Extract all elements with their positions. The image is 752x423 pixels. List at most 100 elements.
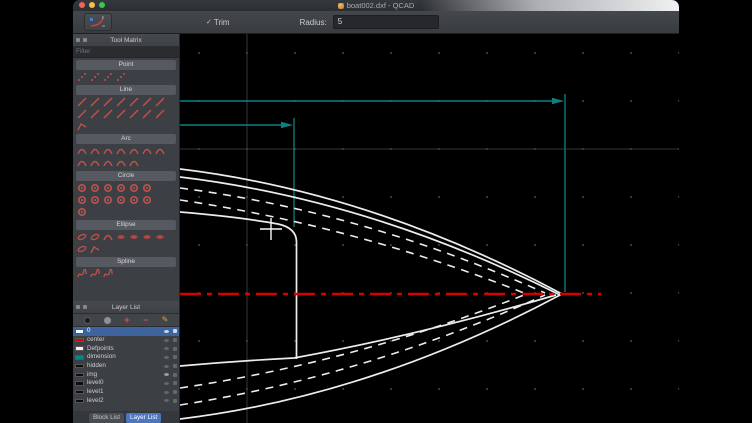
fillet-tool-button[interactable]: [84, 13, 112, 31]
layer-visibility-icon[interactable]: [164, 382, 169, 385]
circle-tool-icon[interactable]: [75, 206, 88, 218]
layer-lock-icon[interactable]: [173, 399, 177, 403]
line-tool-icon[interactable]: [101, 108, 114, 120]
layer-row[interactable]: center: [73, 336, 179, 345]
arc-tool-icon[interactable]: [153, 145, 166, 157]
polyline-tool-icon[interactable]: [88, 243, 101, 255]
layer-color-swatch[interactable]: [75, 355, 84, 360]
layer-row[interactable]: img: [73, 370, 179, 379]
arc-tool-icon[interactable]: [114, 145, 127, 157]
layer-lock-icon[interactable]: [173, 338, 177, 342]
layer-visibility-icon[interactable]: [164, 347, 169, 350]
tool-filter-input[interactable]: Filter: [73, 47, 179, 58]
layer-visibility-icon[interactable]: [164, 399, 169, 402]
circle-tool-icon[interactable]: [140, 194, 153, 206]
remove-layer-icon[interactable]: −: [143, 316, 148, 325]
spline-tool-icon[interactable]: [75, 268, 88, 280]
circle-tool-icon[interactable]: [101, 182, 114, 194]
point-tool-icon[interactable]: [75, 71, 88, 83]
ellipse-f-tool-icon[interactable]: [127, 231, 140, 243]
point-tool-icon[interactable]: [88, 71, 101, 83]
line-tool-icon[interactable]: [114, 108, 127, 120]
layer-row[interactable]: level1: [73, 388, 179, 397]
layer-lock-icon[interactable]: [173, 347, 177, 351]
ellipse-f-tool-icon[interactable]: [114, 231, 127, 243]
layer-row[interactable]: dimension: [73, 353, 179, 362]
layer-color-swatch[interactable]: [75, 381, 84, 386]
point-tool-icon[interactable]: [114, 71, 127, 83]
circle-tool-icon[interactable]: [88, 194, 101, 206]
ellipse-f-tool-icon[interactable]: [140, 231, 153, 243]
show-all-icon[interactable]: [104, 317, 111, 324]
layer-color-swatch[interactable]: [75, 390, 84, 395]
panel-dock-icons[interactable]: [76, 305, 87, 309]
layer-row[interactable]: hidden: [73, 362, 179, 371]
arc-tool-icon[interactable]: [75, 145, 88, 157]
circle-tool-icon[interactable]: [101, 194, 114, 206]
arc-tool-icon[interactable]: [101, 231, 114, 243]
spline-tool-icon[interactable]: [101, 268, 114, 280]
ellipse-f-tool-icon[interactable]: [153, 231, 166, 243]
arc-tool-icon[interactable]: [88, 145, 101, 157]
close-window-button[interactable]: [79, 2, 85, 8]
circle-tool-icon[interactable]: [140, 182, 153, 194]
line-tool-icon[interactable]: [127, 108, 140, 120]
layer-lock-icon[interactable]: [173, 355, 177, 359]
line-tool-icon[interactable]: [140, 96, 153, 108]
layer-row[interactable]: level0: [73, 379, 179, 388]
layer-row[interactable]: level2: [73, 397, 179, 406]
trim-checkbox[interactable]: ✓ Trim: [206, 18, 230, 27]
arc-tool-icon[interactable]: [88, 157, 101, 169]
tab-block-list[interactable]: Block List: [89, 413, 124, 423]
arc-tool-icon[interactable]: [114, 157, 127, 169]
circle-tool-icon[interactable]: [127, 194, 140, 206]
line-tool-icon[interactable]: [140, 108, 153, 120]
circle-tool-icon[interactable]: [75, 194, 88, 206]
edit-layer-icon[interactable]: ✎: [162, 316, 169, 324]
line-tool-icon[interactable]: [114, 96, 127, 108]
zoom-window-button[interactable]: [99, 2, 105, 8]
line-tool-icon[interactable]: [88, 108, 101, 120]
layer-lock-icon[interactable]: [173, 390, 177, 394]
layer-visibility-icon[interactable]: [164, 330, 169, 333]
layer-row[interactable]: Defpoints: [73, 344, 179, 353]
layer-lock-icon[interactable]: [173, 373, 177, 377]
layer-visibility-icon[interactable]: [164, 356, 169, 359]
line-tool-icon[interactable]: [101, 96, 114, 108]
ellipse-tool-icon[interactable]: [75, 231, 88, 243]
circle-tool-icon[interactable]: [114, 194, 127, 206]
layer-color-swatch[interactable]: [75, 373, 84, 378]
circle-tool-icon[interactable]: [88, 182, 101, 194]
arc-tool-icon[interactable]: [127, 145, 140, 157]
arc-tool-icon[interactable]: [127, 157, 140, 169]
line-tool-icon[interactable]: [75, 108, 88, 120]
arc-tool-icon[interactable]: [140, 145, 153, 157]
circle-tool-icon[interactable]: [75, 182, 88, 194]
panel-dock-icons[interactable]: [76, 38, 87, 42]
layer-visibility-icon[interactable]: [164, 373, 169, 376]
layer-lock-icon[interactable]: [173, 329, 177, 333]
layer-visibility-icon[interactable]: [164, 339, 169, 342]
layer-visibility-icon[interactable]: [164, 365, 169, 368]
arc-tool-icon[interactable]: [75, 157, 88, 169]
layer-row[interactable]: 0: [73, 327, 179, 336]
line-tool-icon[interactable]: [88, 96, 101, 108]
ellipse-tool-icon[interactable]: [88, 231, 101, 243]
layer-color-swatch[interactable]: [75, 346, 84, 351]
layer-color-swatch[interactable]: [75, 364, 84, 369]
layer-color-swatch[interactable]: [75, 329, 84, 334]
line-tool-icon[interactable]: [153, 108, 166, 120]
hide-all-icon[interactable]: [84, 317, 91, 324]
tab-layer-list[interactable]: Layer List: [126, 413, 161, 423]
minimize-window-button[interactable]: [89, 2, 95, 8]
arc-tool-icon[interactable]: [101, 157, 114, 169]
add-layer-icon[interactable]: +: [124, 316, 129, 325]
radius-input[interactable]: 5: [333, 15, 439, 29]
polyline-tool-icon[interactable]: [75, 120, 88, 132]
point-tool-icon[interactable]: [101, 71, 114, 83]
arc-tool-icon[interactable]: [101, 145, 114, 157]
circle-tool-icon[interactable]: [127, 182, 140, 194]
line-tool-icon[interactable]: [153, 96, 166, 108]
spline-tool-icon[interactable]: [88, 268, 101, 280]
drawing-canvas[interactable]: [180, 34, 679, 423]
